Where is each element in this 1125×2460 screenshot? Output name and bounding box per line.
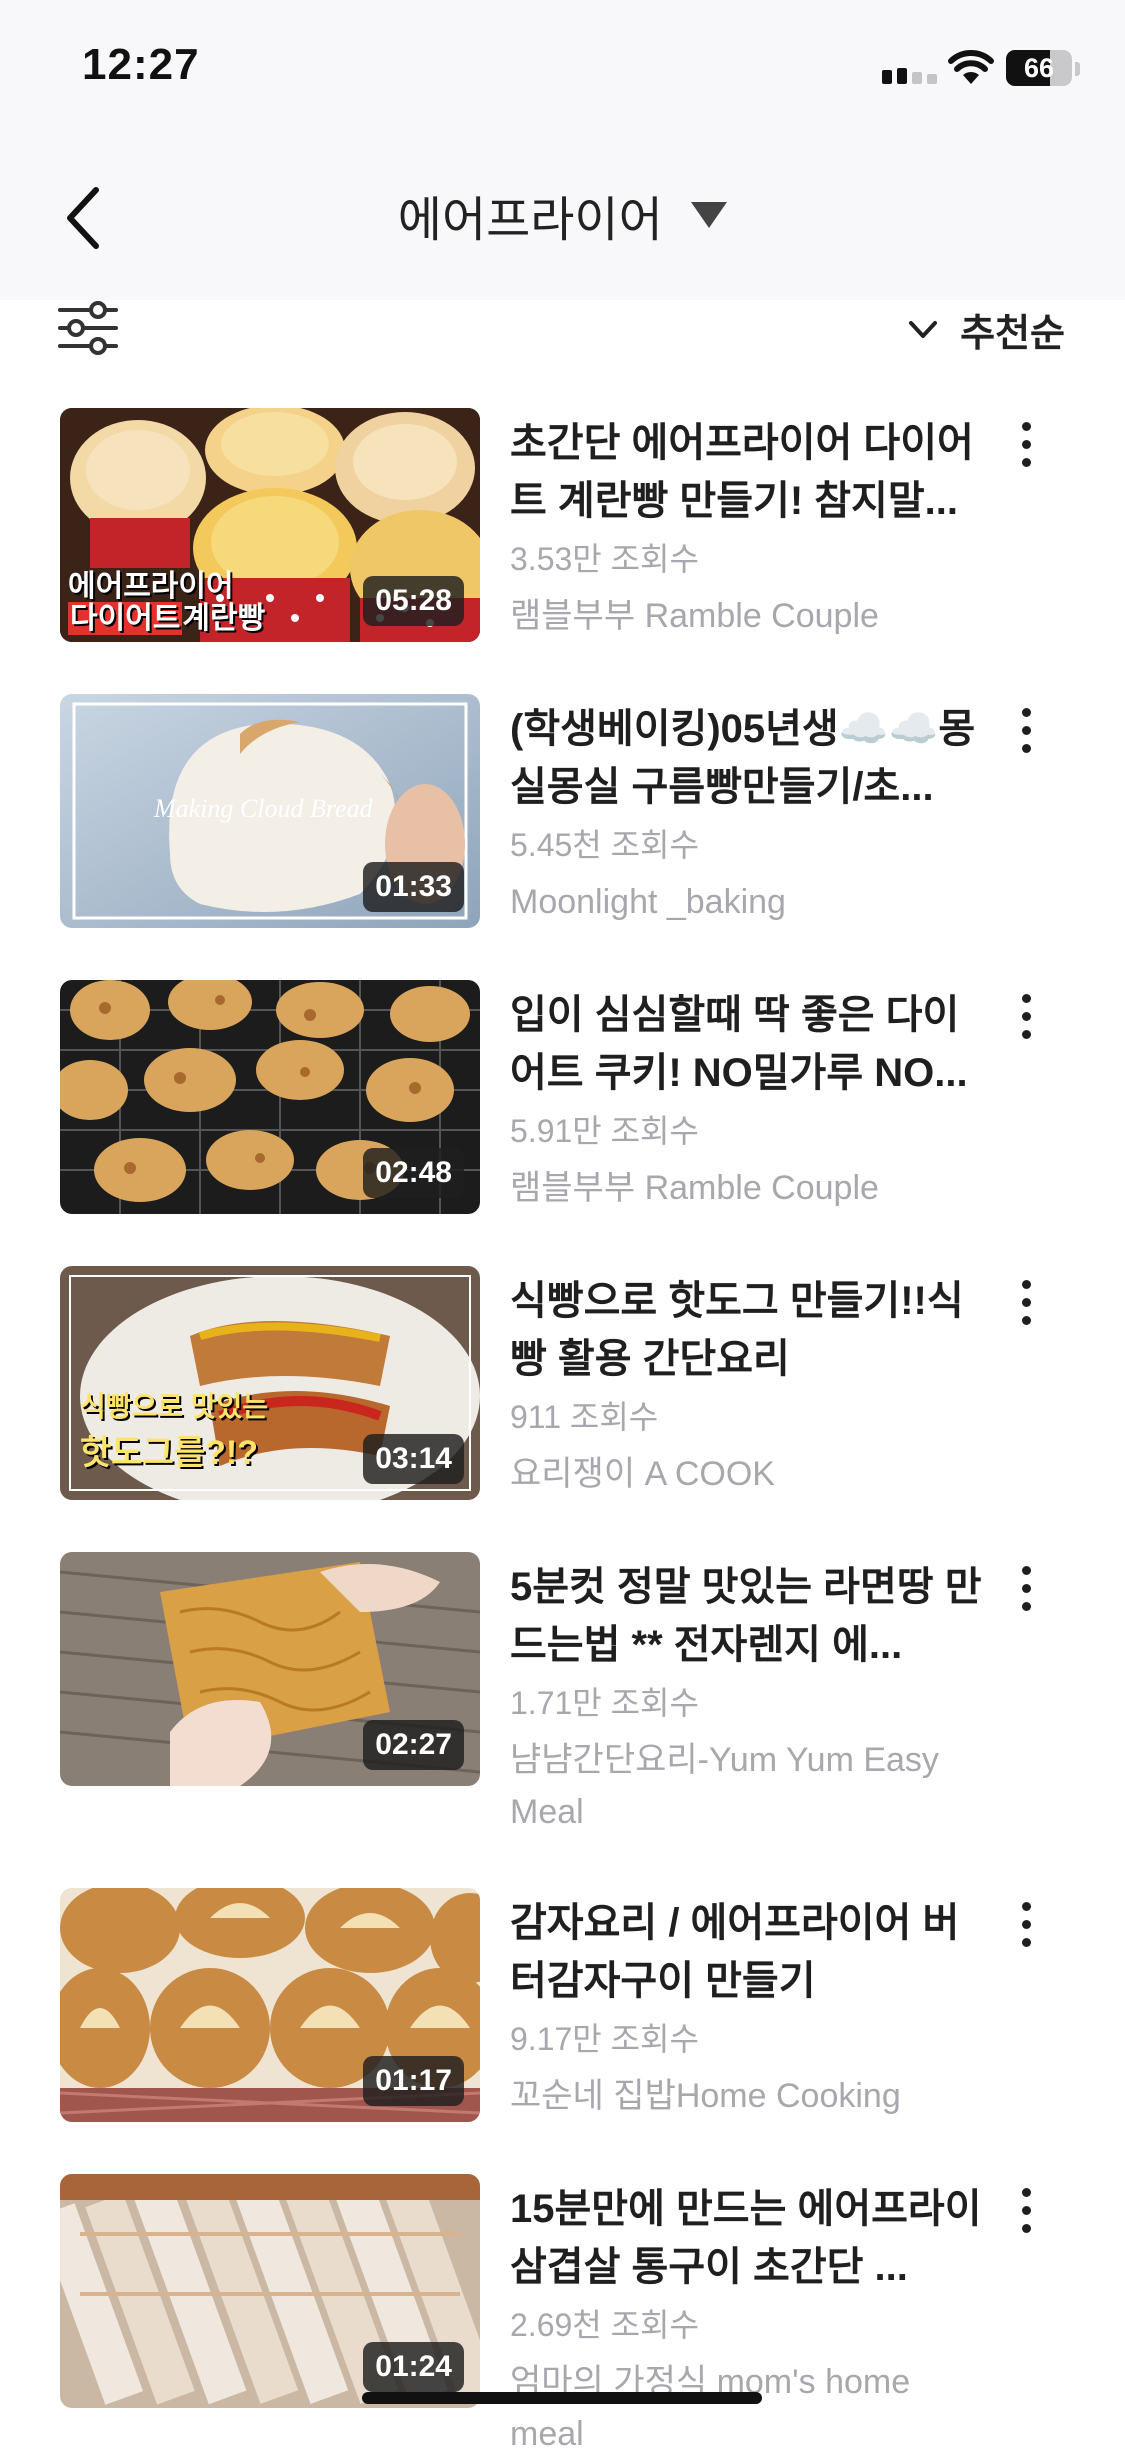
page-title: 에어프라이어	[397, 194, 663, 247]
channel-name[interactable]: 엄마의 가정식 mom's home meal	[510, 2356, 990, 2460]
channel-name[interactable]: Moonlight _baking	[510, 876, 990, 928]
channel-name[interactable]: 램블부부 Ramble Couple	[510, 590, 990, 642]
video-title[interactable]: 5분컷 정말 맛있는 라면땅 만드는법 ** 전자렌지 에...	[510, 1558, 990, 1674]
caret-down-icon	[691, 202, 728, 228]
battery-tip	[1075, 62, 1080, 76]
wifi-icon	[948, 50, 994, 84]
thumbnail-caption: 에어프라이어	[68, 570, 234, 603]
more-options-icon[interactable]	[1012, 708, 1040, 764]
video-thumbnail[interactable]: 01:17	[60, 1888, 480, 2122]
battery-icon: 66	[1006, 50, 1072, 86]
channel-name[interactable]: 램블부부 Ramble Couple	[510, 1162, 990, 1214]
battery-level: 66	[1023, 53, 1055, 83]
duration-badge: 03:14	[363, 1434, 464, 1484]
more-options-icon[interactable]	[1012, 1566, 1040, 1622]
video-info: 15분만에 만드는 에어프라이 삼겹살 통구이 초간단 ... 2.69천 조회…	[510, 2180, 990, 2460]
channel-name[interactable]: 꼬순네 집밥Home Cooking	[510, 2070, 990, 2122]
view-count: 3.53만 조회수	[510, 541, 699, 577]
duration-badge: 01:24	[363, 2342, 464, 2392]
cellular-signal-icon	[882, 68, 937, 84]
toolbar: 추천순	[0, 300, 1125, 370]
video-list-item[interactable]: 식빵으로 맛있는 핫도그를?!? 03:14 식빵으로 핫도그 만들기!!식빵 …	[0, 1266, 1125, 1526]
duration-badge: 01:17	[363, 2056, 464, 2106]
status-bar: 12:27 66	[0, 0, 1125, 140]
view-count: 1.71만 조회수	[510, 1685, 699, 1721]
channel-name[interactable]: 냠냠간단요리-Yum Yum Easy Meal	[510, 1734, 990, 1838]
video-thumbnail[interactable]: 식빵으로 맛있는 핫도그를?!? 03:14	[60, 1266, 480, 1500]
video-title[interactable]: (학생베이킹)05년생☁️☁️몽실몽실 구름빵만들기/초...	[510, 700, 990, 816]
video-info: 입이 심심할때 딱 좋은 다이어트 쿠키! NO밀가루 NO... 5.91만 …	[510, 986, 990, 1214]
channel-name[interactable]: 요리쟁이 A COOK	[510, 1448, 990, 1500]
nav-bar: 에어프라이어	[0, 140, 1125, 300]
video-list-item[interactable]: 02:27 5분컷 정말 맛있는 라면땅 만드는법 ** 전자렌지 에... 1…	[0, 1552, 1125, 1882]
video-thumbnail[interactable]: 02:48	[60, 980, 480, 1214]
view-count: 2.69천 조회수	[510, 2307, 699, 2343]
more-options-icon[interactable]	[1012, 2188, 1040, 2244]
video-thumbnail[interactable]: 01:24	[60, 2174, 480, 2408]
video-list-item[interactable]: 02:48 입이 심심할때 딱 좋은 다이어트 쿠키! NO밀가루 NO... …	[0, 980, 1125, 1240]
video-title[interactable]: 식빵으로 핫도그 만들기!!식빵 활용 간단요리	[510, 1272, 990, 1388]
video-info: 5분컷 정말 맛있는 라면땅 만드는법 ** 전자렌지 에... 1.71만 조…	[510, 1558, 990, 1838]
thumbnail-caption-rest: 계란빵	[182, 602, 266, 635]
more-options-icon[interactable]	[1012, 1280, 1040, 1336]
title-dropdown[interactable]: 에어프라이어	[0, 180, 1125, 250]
video-list-item[interactable]: 에어프라이어 다이어트계란빵 05:28 초간단 에어프라이어 다이어트 계란빵…	[0, 408, 1125, 668]
sort-label: 추천순	[960, 313, 1065, 355]
thumbnail-caption-highlight: 다이어트	[68, 602, 183, 635]
duration-badge: 05:28	[363, 576, 464, 626]
view-count: 911 조회수	[510, 1399, 659, 1435]
view-count: 5.45천 조회수	[510, 827, 699, 863]
thumbnail-caption: 다이어트계란빵	[68, 602, 265, 636]
video-info: 식빵으로 핫도그 만들기!!식빵 활용 간단요리 911 조회수 요리쟁이 A …	[510, 1272, 990, 1500]
video-thumbnail[interactable]: 02:27	[60, 1552, 480, 1786]
video-title[interactable]: 입이 심심할때 딱 좋은 다이어트 쿠키! NO밀가루 NO...	[510, 986, 990, 1102]
thumbnail-caption: 핫도그를?!?	[80, 1434, 258, 1472]
duration-badge: 02:27	[363, 1720, 464, 1770]
video-thumbnail[interactable]: 에어프라이어 다이어트계란빵 05:28	[60, 408, 480, 642]
video-info: (학생베이킹)05년생☁️☁️몽실몽실 구름빵만들기/초... 5.45천 조회…	[510, 700, 990, 928]
more-options-icon[interactable]	[1012, 422, 1040, 478]
video-title[interactable]: 15분만에 만드는 에어프라이 삼겹살 통구이 초간단 ...	[510, 2180, 990, 2296]
status-time: 12:27	[82, 40, 200, 89]
sort-dropdown[interactable]: 추천순	[908, 302, 1065, 355]
thumbnail-caption: 식빵으로 맛있는	[80, 1391, 269, 1422]
thumbnail-caption: Making Cloud Bread	[154, 794, 373, 823]
chevron-down-icon	[908, 320, 937, 338]
duration-badge: 01:33	[363, 862, 464, 912]
filter-sliders-icon[interactable]	[58, 300, 118, 356]
more-options-icon[interactable]	[1012, 1902, 1040, 1958]
video-title[interactable]: 초간단 에어프라이어 다이어트 계란빵 만들기! 참지말...	[510, 414, 990, 530]
home-indicator[interactable]	[362, 2392, 762, 2404]
more-options-icon[interactable]	[1012, 994, 1040, 1050]
video-info: 초간단 에어프라이어 다이어트 계란빵 만들기! 참지말... 3.53만 조회…	[510, 414, 990, 642]
video-info: 감자요리 / 에어프라이어 버터감자구이 만들기 9.17만 조회수 꼬순네 집…	[510, 1894, 990, 2122]
duration-badge: 02:48	[363, 1148, 464, 1198]
video-thumbnail[interactable]: Making Cloud Bread 01:33	[60, 694, 480, 928]
video-list-item[interactable]: 01:17 감자요리 / 에어프라이어 버터감자구이 만들기 9.17만 조회수…	[0, 1888, 1125, 2148]
view-count: 9.17만 조회수	[510, 2021, 699, 2057]
video-title[interactable]: 감자요리 / 에어프라이어 버터감자구이 만들기	[510, 1894, 990, 2010]
view-count: 5.91만 조회수	[510, 1113, 699, 1149]
video-list-item[interactable]: Making Cloud Bread 01:33 (학생베이킹)05년생☁️☁️…	[0, 694, 1125, 954]
